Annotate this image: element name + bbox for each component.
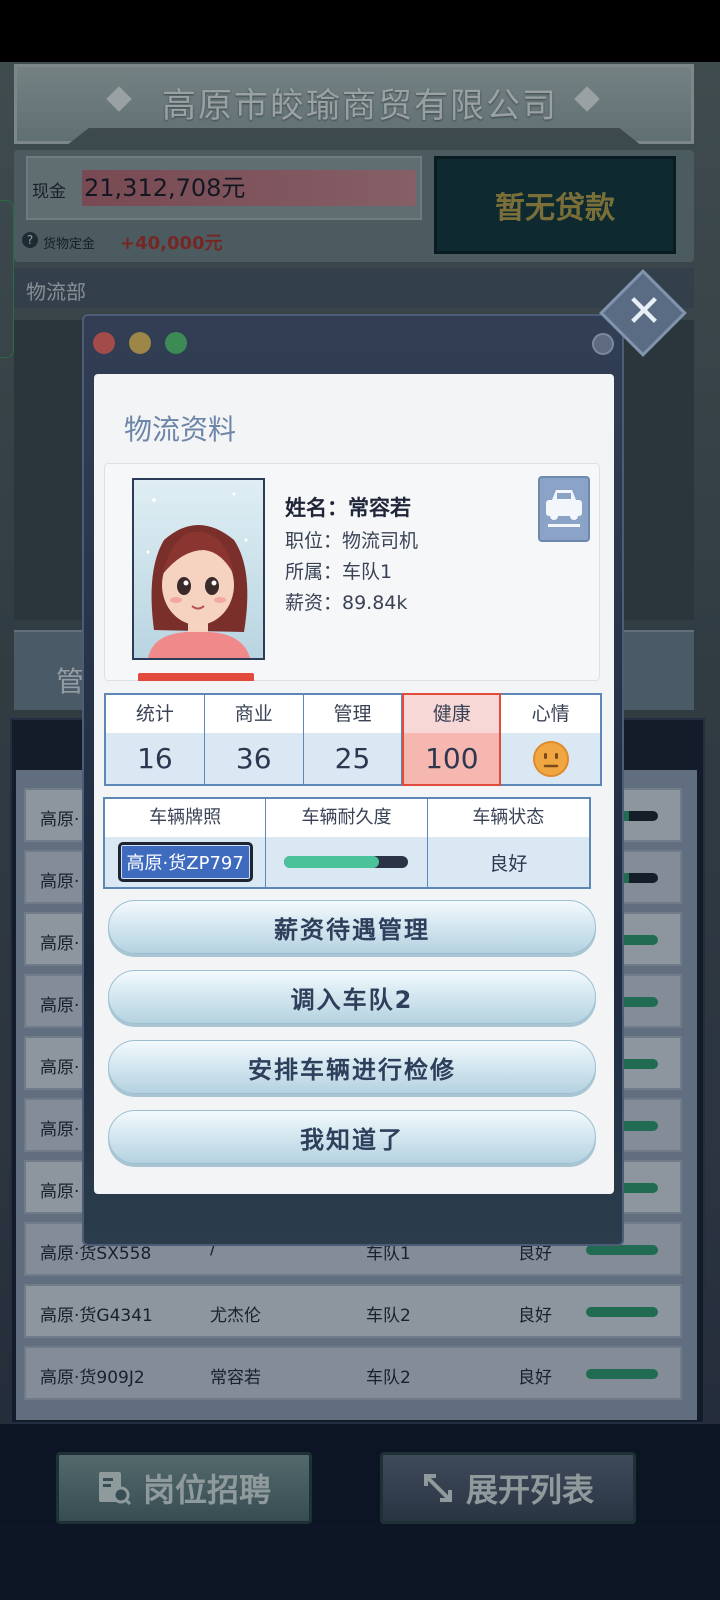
salary-management-button[interactable]: 薪资待遇管理: [108, 900, 596, 954]
stat-label: 心情: [501, 695, 600, 733]
stat-value: [501, 733, 600, 784]
profile-position: 职位：物流司机: [285, 530, 419, 552]
stat-statistics: 统计 16: [106, 695, 205, 784]
dialog-title: 物流资料: [124, 413, 237, 446]
stat-label: 商业: [204, 695, 303, 733]
stat-label: 统计: [106, 695, 204, 733]
vehicle-plate-cell: 车辆牌照 高原·货ZP797: [105, 799, 267, 887]
arrange-repair-button[interactable]: 安排车辆进行检修: [108, 1040, 596, 1094]
vehicle-plate-label: 车辆牌照: [105, 799, 266, 837]
window-dot-right: [592, 333, 614, 355]
transfer-team-button[interactable]: 调入车队2: [108, 970, 596, 1024]
durability-bar: [284, 856, 409, 868]
window-dot-yellow: [129, 332, 151, 354]
stat-label: 健康: [404, 695, 500, 733]
stat-value: 100: [404, 733, 500, 784]
profile-team: 所属：车队1: [285, 561, 393, 583]
vehicle-status-cell: 车辆状态 良好: [427, 799, 589, 887]
vehicle-status-value: 良好: [489, 852, 528, 875]
close-icon[interactable]: ✕: [618, 284, 670, 340]
stat-value: 16: [137, 742, 173, 775]
profile-salary: 薪资：89.84k: [285, 592, 408, 614]
profile-name: 姓名：常容若: [285, 496, 411, 520]
stat-management: 管理 25: [303, 695, 403, 784]
stat-value: 36: [235, 742, 272, 775]
stats-table: 统计 16 商业 36 管理 25 健康 100 心情: [104, 693, 602, 786]
avatar-status-tab: [138, 673, 254, 681]
stat-value: 25: [334, 742, 371, 775]
durability-fill: [284, 856, 379, 868]
vehicle-status-label: 车辆状态: [427, 799, 589, 837]
stat-business: 商业 36: [204, 695, 304, 784]
vehicle-durability-label: 车辆耐久度: [266, 799, 427, 837]
vehicle-plate-badge[interactable]: 高原·货ZP797: [117, 842, 253, 882]
license-icon[interactable]: [538, 476, 590, 542]
acknowledge-button[interactable]: 我知道了: [108, 1110, 596, 1164]
status-bar: [0, 0, 720, 62]
stat-mood: 心情: [501, 695, 600, 784]
stat-health: 健康 100: [402, 693, 502, 786]
mood-face-icon: [532, 740, 569, 777]
window-dot-red: [93, 332, 115, 354]
window-dot-green: [165, 332, 187, 354]
vehicle-table: 车辆牌照 高原·货ZP797 车辆耐久度 车辆状态 良好: [103, 797, 591, 889]
stat-label: 管理: [303, 695, 402, 733]
avatar-portrait: [146, 492, 250, 658]
vehicle-durability-cell: 车辆耐久度: [266, 799, 428, 887]
avatar: [132, 478, 265, 660]
